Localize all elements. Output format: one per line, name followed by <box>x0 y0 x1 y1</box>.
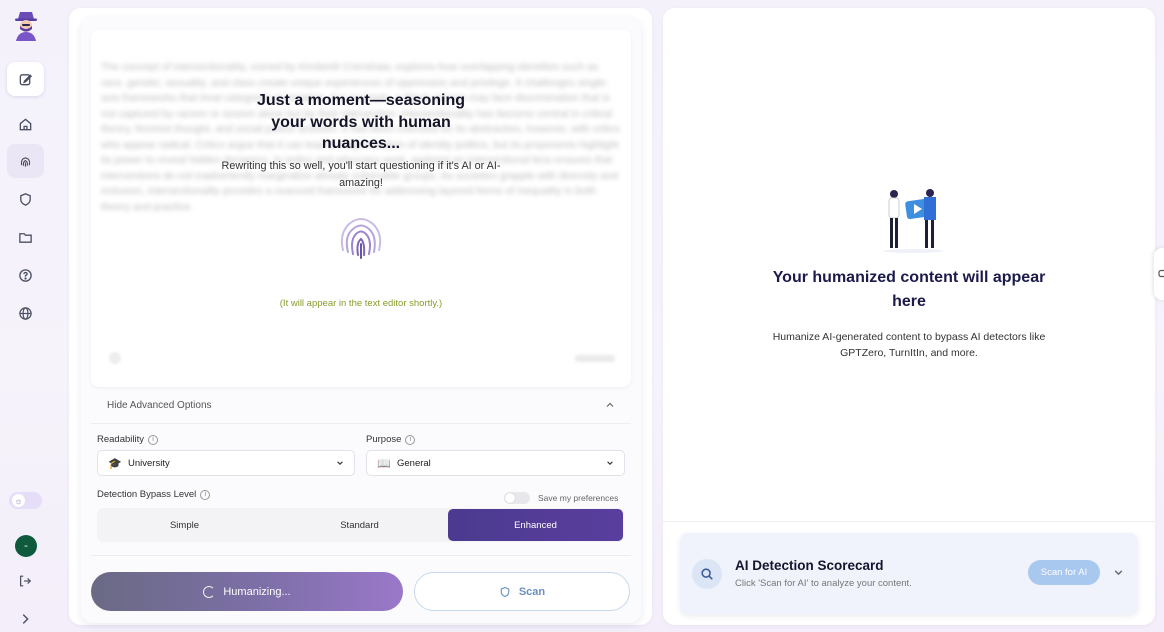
loading-title: Just a moment—seasoning your words with … <box>256 92 466 152</box>
scorecard-title: AI Detection Scorecard <box>735 558 884 573</box>
chevron-up-icon <box>606 402 614 407</box>
info-icon[interactable]: i <box>200 489 211 500</box>
graduation-cap-icon: 🎓 <box>108 457 122 470</box>
sidebar: ☼ - <box>0 0 52 632</box>
chevron-down-icon <box>607 461 613 465</box>
word-count <box>575 355 615 362</box>
level-simple-button[interactable]: Simple <box>97 508 272 542</box>
level-enhanced-button[interactable]: Enhanced <box>448 509 623 541</box>
sidebar-item-home[interactable] <box>7 107 44 141</box>
editor-footer-icon <box>109 352 121 364</box>
bypass-level-label-text: Detection Bypass Level <box>97 489 197 500</box>
divider <box>91 555 631 556</box>
edit-icon <box>19 73 33 85</box>
theme-toggle[interactable]: ☼ <box>9 492 42 509</box>
purpose-value: General <box>397 457 431 469</box>
shield-icon <box>20 192 31 206</box>
book-icon: 📖 <box>377 457 391 470</box>
spinner-icon <box>203 585 216 598</box>
sidebar-item-detector[interactable] <box>7 182 44 216</box>
fingerprint-loader-icon <box>340 218 382 259</box>
text-editor[interactable]: The concept of intersectionality, coined… <box>91 30 631 387</box>
save-preferences-label: Save my preferences <box>538 493 619 503</box>
folder-icon <box>19 232 32 243</box>
chevron-down-icon <box>337 461 343 465</box>
chevron-right-icon[interactable] <box>18 612 32 626</box>
scan-button-label: Scan <box>518 585 546 598</box>
empty-state-title: Your humanized content will appear here <box>772 269 1046 310</box>
sun-icon: ☼ <box>12 494 25 507</box>
sidebar-item-editor[interactable] <box>7 62 44 96</box>
humanize-button-label: Humanizing... <box>223 585 291 598</box>
divider <box>663 521 1155 522</box>
loading-subtitle: Rewriting this so well, you'll start que… <box>221 160 501 189</box>
editor-card: The concept of intersectionality, coined… <box>81 18 641 623</box>
readability-value: University <box>128 457 170 469</box>
people-illustration-icon <box>883 189 943 253</box>
output-panel: Your humanized content will appear here … <box>663 8 1155 625</box>
purpose-label-text: Purpose <box>366 434 402 445</box>
globe-icon <box>19 306 32 320</box>
fingerprint-icon <box>20 156 31 167</box>
sidebar-item-language[interactable] <box>7 296 44 330</box>
sidebar-item-documents[interactable] <box>7 220 44 254</box>
readability-label: Readability i <box>97 434 158 445</box>
scorecard-subtitle: Click 'Scan for AI' to analyze your cont… <box>735 578 912 589</box>
avatar[interactable]: - <box>15 535 37 557</box>
info-icon[interactable]: i <box>148 434 158 445</box>
appear-note: (It will appear in the text editor short… <box>279 298 443 309</box>
advanced-options-label: Hide Advanced Options <box>107 399 212 411</box>
chevron-down-icon[interactable] <box>1113 567 1124 578</box>
scan-button[interactable]: Scan <box>414 572 630 611</box>
bypass-level-label: Detection Bypass Level i <box>97 489 211 500</box>
ai-detection-scorecard: AI Detection Scorecard Click 'Scan for A… <box>680 533 1138 614</box>
scan-for-ai-button[interactable]: Scan for AI <box>1028 560 1100 585</box>
save-preferences[interactable]: Save my preferences <box>504 492 618 504</box>
save-preferences-switch[interactable] <box>504 492 530 504</box>
divider <box>91 423 631 424</box>
help-icon <box>19 268 32 282</box>
readability-label-text: Readability <box>97 434 144 445</box>
home-icon <box>19 117 32 130</box>
readability-select[interactable]: 🎓 University <box>97 450 355 476</box>
info-icon[interactable]: i <box>405 434 416 445</box>
sidebar-item-help[interactable] <box>7 258 44 292</box>
purpose-select[interactable]: 📖 General <box>366 450 625 476</box>
level-standard-button[interactable]: Standard <box>272 508 447 542</box>
side-widget-tab[interactable] <box>1154 248 1164 300</box>
humanizer-panel: The concept of intersectionality, coined… <box>69 8 652 625</box>
search-icon <box>692 559 722 589</box>
empty-state-description: Humanize AI-generated content to bypass … <box>772 331 1046 359</box>
purpose-label: Purpose i <box>366 434 416 445</box>
bypass-level-selector: Simple Standard Enhanced <box>97 508 624 542</box>
humanize-button[interactable]: Humanizing... <box>91 572 403 611</box>
advanced-options-toggle[interactable]: Hide Advanced Options <box>91 390 631 420</box>
loading-overlay <box>91 30 631 387</box>
chat-icon <box>1158 269 1164 278</box>
app-logo-icon[interactable] <box>12 10 40 42</box>
shield-icon <box>500 586 510 597</box>
logout-icon[interactable] <box>18 574 32 588</box>
sidebar-item-humanizer[interactable] <box>7 144 44 178</box>
